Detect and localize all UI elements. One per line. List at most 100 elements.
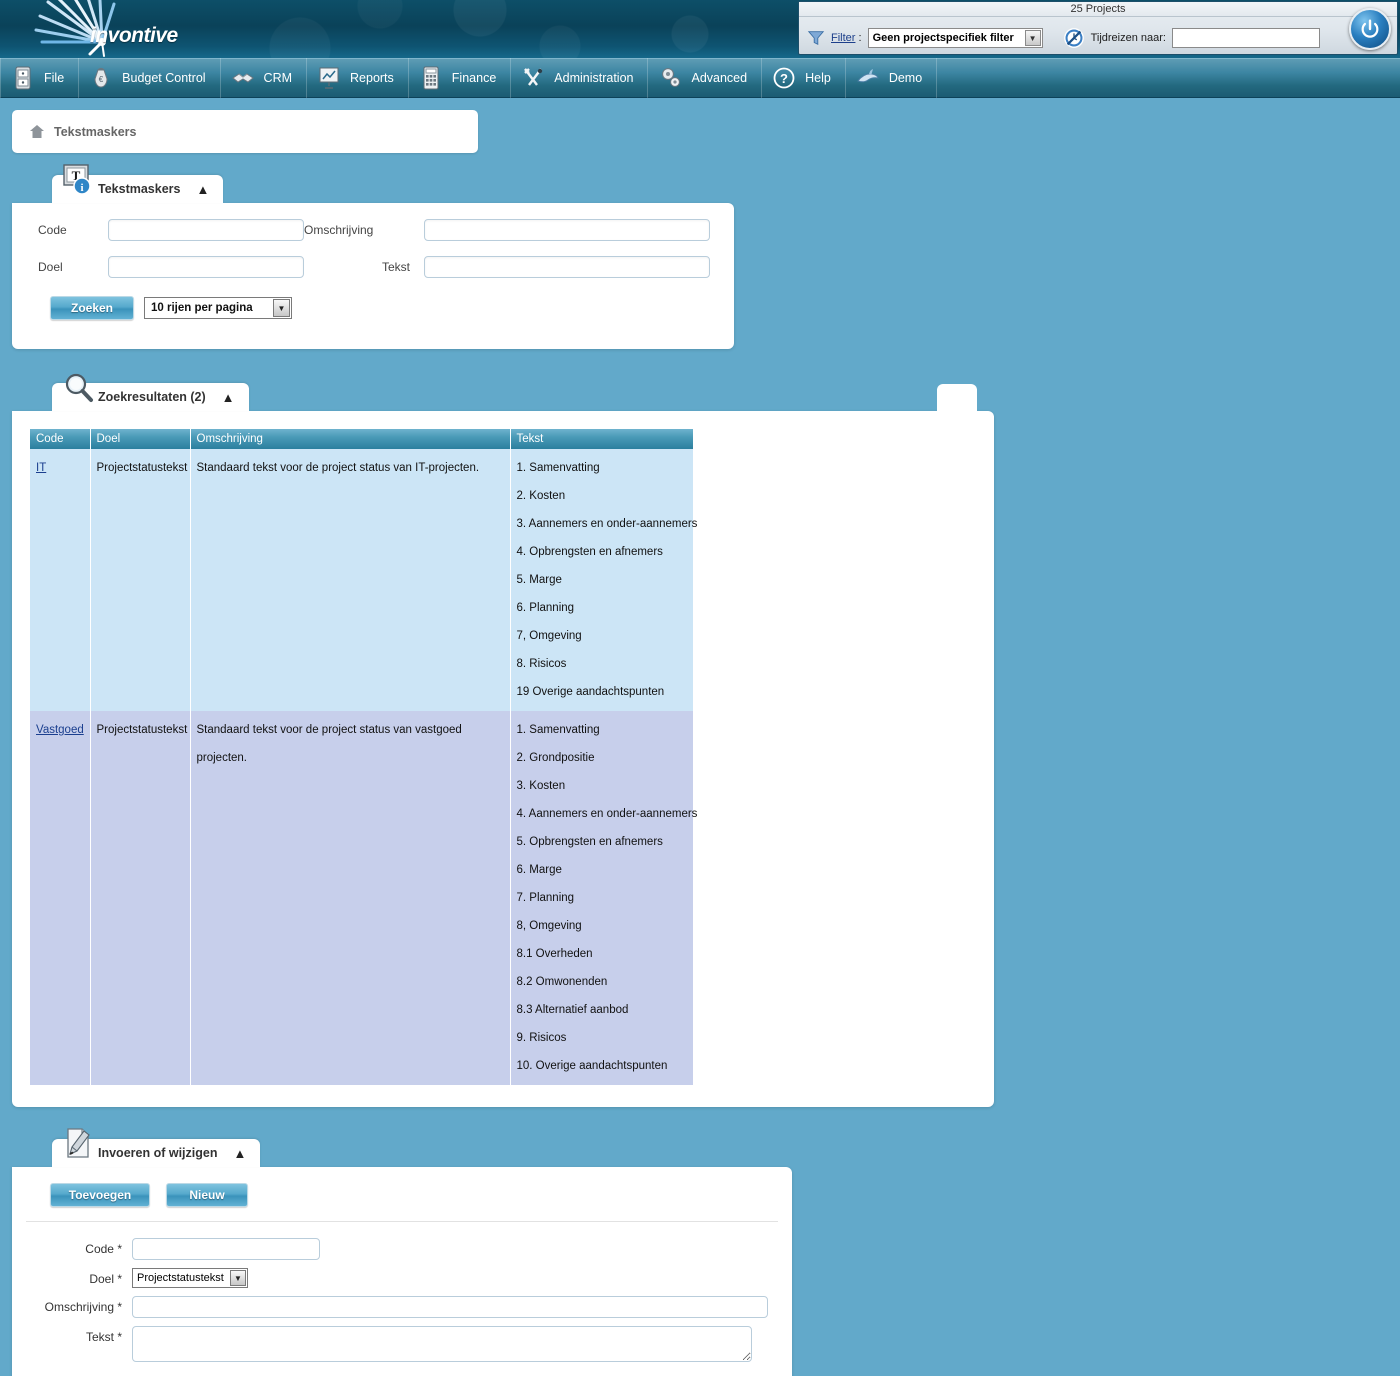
search-doel-label: Doel	[38, 260, 108, 274]
cell-code[interactable]: Vastgoed	[30, 711, 90, 1085]
question-mark-icon: ?	[772, 65, 796, 91]
rows-per-page-value: 10 rijen per pagina	[151, 302, 253, 314]
tekst-line: 5. Opbrengsten en afnemers	[517, 828, 688, 856]
search-doel-input[interactable]	[108, 256, 304, 278]
rows-per-page-select[interactable]: 10 rijen per pagina ▼	[144, 297, 292, 319]
menu-item-file[interactable]: File	[0, 58, 79, 98]
gears-icon	[658, 65, 682, 91]
menu-label: Budget Control	[122, 71, 205, 85]
menu-item-help[interactable]: ? Help	[762, 58, 846, 98]
chevron-up-icon[interactable]: ▲	[222, 390, 235, 405]
brand-logo[interactable]: invontive	[30, 0, 190, 58]
search-button[interactable]: Zoeken	[50, 296, 134, 320]
breadcrumb[interactable]: Tekstmaskers	[12, 110, 478, 153]
table-row[interactable]: IT Projectstatustekst Standaard tekst vo…	[30, 449, 693, 711]
column-header-code[interactable]: Code	[30, 429, 90, 449]
menu-label: CRM	[264, 71, 292, 85]
magnifier-icon	[62, 371, 94, 403]
edit-tekst-label: Tekst *	[20, 1326, 132, 1344]
edit-panel-tab[interactable]: Invoeren of wijzigen ▲	[52, 1139, 260, 1167]
projects-count-label: 25 Projects	[799, 2, 1397, 17]
cell-omschrijving: Standaard tekst voor de project status v…	[190, 711, 510, 1085]
top-banner: invontive 25 Projects Filter : Geen proj…	[0, 0, 1400, 58]
menu-item-finance[interactable]: Finance	[409, 58, 511, 98]
tools-icon	[521, 65, 545, 91]
menu-item-advanced[interactable]: Advanced	[648, 58, 762, 98]
brand-name: invontive	[90, 24, 178, 48]
power-icon[interactable]	[1349, 8, 1391, 50]
cell-code[interactable]: IT	[30, 449, 90, 711]
tekst-line: 8.3 Alternatief aanbod	[517, 996, 688, 1024]
edit-tekst-textarea[interactable]	[132, 1326, 752, 1362]
column-header-tekst[interactable]: Tekst	[510, 429, 693, 449]
tekst-line: 2. Kosten	[517, 482, 688, 510]
filter-toolbar: 25 Projects Filter : Geen projectspecifi…	[798, 1, 1398, 55]
chevron-down-icon: ▼	[1025, 30, 1041, 46]
results-panel-tab[interactable]: Zoekresultaten (2) ▲	[52, 383, 249, 411]
tekst-line: 19 Overige aandachtspunten	[517, 678, 688, 706]
search-omschrijving-input[interactable]	[424, 219, 710, 241]
toevoegen-button[interactable]: Toevoegen	[50, 1183, 150, 1207]
cell-doel: Projectstatustekst	[90, 711, 190, 1085]
handshake-icon	[231, 65, 255, 91]
tekst-line: 6. Planning	[517, 594, 688, 622]
tekst-line: 8.2 Omwonenden	[517, 968, 688, 996]
edit-omschrijving-label: Omschrijving *	[20, 1296, 132, 1314]
search-code-input[interactable]	[108, 219, 304, 241]
results-table: Code Doel Omschrijving Tekst IT Projects…	[30, 429, 693, 1085]
table-row[interactable]: Vastgoed Projectstatustekst Standaard te…	[30, 711, 693, 1085]
pencil-document-icon	[62, 1127, 94, 1159]
tekst-line: 8, Omgeving	[517, 912, 688, 940]
search-panel-title: Tekstmaskers	[98, 182, 180, 196]
filter-label[interactable]: Filter :	[831, 32, 862, 44]
table-header-row: Code Doel Omschrijving Tekst	[30, 429, 693, 449]
funnel-icon	[807, 29, 825, 47]
menu-item-budget-control[interactable]: € Budget Control	[79, 58, 220, 98]
tekst-line: 5. Marge	[517, 566, 688, 594]
nieuw-button[interactable]: Nieuw	[166, 1183, 248, 1207]
svg-text:?: ?	[780, 71, 788, 86]
clock-no-icon[interactable]	[1063, 27, 1085, 49]
row-code-link[interactable]: IT	[36, 462, 46, 474]
tekst-line: 7. Planning	[517, 884, 688, 912]
file-cabinet-icon	[11, 65, 35, 91]
edit-panel: Invoeren of wijzigen ▲ Toevoegen Nieuw C…	[0, 1139, 1400, 1376]
results-panel-body: Code Doel Omschrijving Tekst IT Projects…	[12, 411, 994, 1107]
menu-label: Finance	[452, 71, 496, 85]
tekst-line: 4. Aannemers en onder-aannemers	[517, 800, 688, 828]
filter-select-value: Geen projectspecifiek filter	[873, 32, 1014, 44]
search-panel-tab[interactable]: T i Tekstmaskers ▲	[52, 175, 223, 203]
tekst-line: 7, Omgeving	[517, 622, 688, 650]
filter-select[interactable]: Geen projectspecifiek filter ▼	[868, 28, 1043, 48]
search-tekst-label: Tekst	[304, 260, 424, 274]
edit-omschrijving-input[interactable]	[132, 1296, 768, 1318]
cell-tekst: 1. Samenvatting 2. Grondpositie 3. Koste…	[510, 711, 693, 1085]
menu-item-reports[interactable]: Reports	[307, 58, 409, 98]
search-tekst-input[interactable]	[424, 256, 710, 278]
menu-item-administration[interactable]: Administration	[511, 58, 648, 98]
edit-code-input[interactable]	[132, 1238, 320, 1260]
page-content: Tekstmaskers T i Tekstmaskers ▲ Code Oms…	[0, 110, 1400, 1376]
results-panel-extra-tab[interactable]	[937, 384, 977, 411]
timetravel-input[interactable]	[1172, 28, 1320, 48]
tekst-line: 6. Marge	[517, 856, 688, 884]
cell-tekst: 1. Samenvatting 2. Kosten 3. Aannemers e…	[510, 449, 693, 711]
row-code-link[interactable]: Vastgoed	[36, 724, 84, 736]
tekst-line: 1. Samenvatting	[517, 716, 688, 744]
chevron-up-icon[interactable]: ▲	[233, 1146, 246, 1161]
tekst-line: 8.1 Overheden	[517, 940, 688, 968]
menu-item-crm[interactable]: CRM	[221, 58, 307, 98]
menu-item-demo[interactable]: Demo	[846, 58, 937, 98]
tekst-line: 9. Risicos	[517, 1024, 688, 1052]
edit-code-label: Code *	[20, 1238, 132, 1256]
chevron-up-icon[interactable]: ▲	[196, 182, 209, 197]
column-header-doel[interactable]: Doel	[90, 429, 190, 449]
tekst-line: 2. Grondpositie	[517, 744, 688, 772]
tekst-line: 4. Opbrengsten en afnemers	[517, 538, 688, 566]
search-panel-body: Code Omschrijving Doel Tekst Zoeken 10 r…	[12, 203, 734, 349]
timetravel-label: Tijdreizen naar:	[1091, 32, 1166, 44]
tekst-line: 1. Samenvatting	[517, 454, 688, 482]
edit-doel-select[interactable]: Projectstatustekst ▼	[132, 1268, 248, 1288]
column-header-omschrijving[interactable]: Omschrijving	[190, 429, 510, 449]
tekst-line: 3. Kosten	[517, 772, 688, 800]
